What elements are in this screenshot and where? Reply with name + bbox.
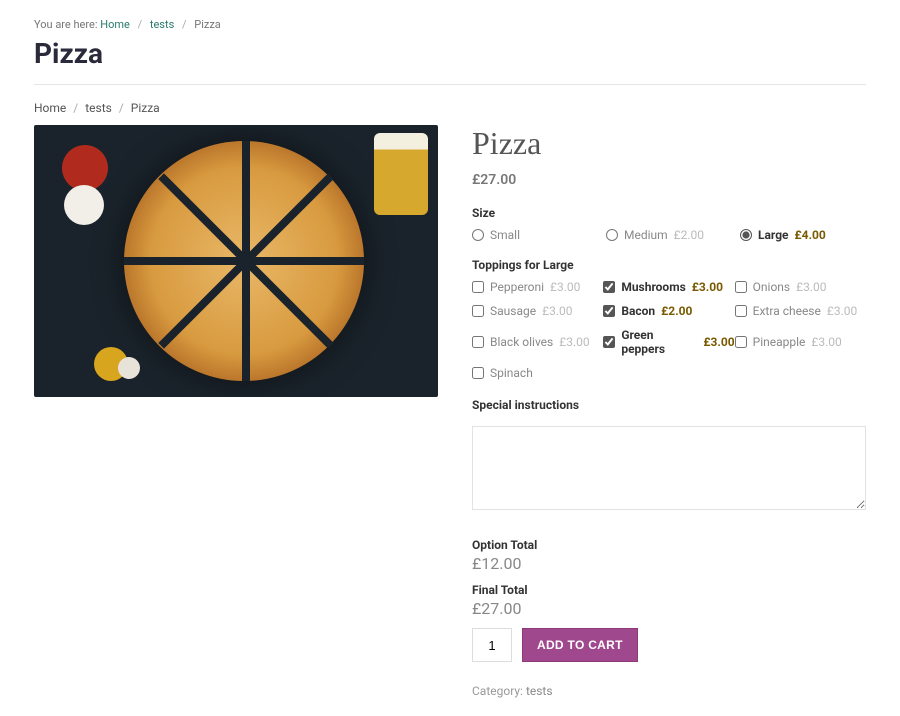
breadcrumb-top: You are here: Home / tests / Pizza	[34, 18, 866, 31]
option-total-value: £12.00	[472, 554, 866, 573]
topping-option-green-peppers[interactable]: Green peppers £3.00	[603, 328, 734, 356]
breadcrumb-link-tests[interactable]: tests	[150, 18, 174, 31]
size-options: Small Medium £2.00 Large £4.00	[472, 228, 866, 242]
topping-option-onions[interactable]: Onions £3.00	[735, 280, 866, 294]
topping-option-pineapple[interactable]: Pineapple £3.00	[735, 328, 866, 356]
topping-checkbox[interactable]	[735, 336, 747, 348]
topping-name: Mushrooms	[621, 280, 685, 294]
final-total-value: £27.00	[472, 599, 866, 618]
breadcrumb-current: Pizza	[131, 101, 160, 115]
size-price: £4.00	[795, 228, 826, 242]
topping-checkbox[interactable]	[472, 336, 484, 348]
product-category: Category: tests	[472, 684, 866, 698]
topping-option-bacon[interactable]: Bacon £2.00	[603, 304, 734, 318]
topping-name: Green peppers	[621, 328, 697, 356]
special-instructions-input[interactable]	[472, 426, 866, 510]
breadcrumb-link-tests[interactable]: tests	[85, 101, 112, 115]
size-option-small[interactable]: Small	[472, 228, 598, 242]
breadcrumb-secondary: Home / tests / Pizza	[34, 101, 866, 115]
breadcrumb-sep: /	[73, 101, 78, 115]
topping-checkbox[interactable]	[472, 281, 484, 293]
topping-price: £2.00	[661, 304, 692, 318]
breadcrumb-current: Pizza	[194, 18, 221, 31]
size-label: Size	[472, 206, 866, 220]
topping-price: £3.00	[550, 280, 580, 294]
topping-checkbox[interactable]	[603, 281, 615, 293]
breadcrumb-link-home[interactable]: Home	[34, 101, 66, 115]
topping-name: Extra cheese	[753, 304, 821, 318]
category-label: Category:	[472, 684, 523, 698]
size-name: Small	[490, 228, 520, 242]
topping-option-black-olives[interactable]: Black olives £3.00	[472, 328, 603, 356]
topping-option-pepperoni[interactable]: Pepperoni £3.00	[472, 280, 603, 294]
topping-name: Pepperoni	[490, 280, 544, 294]
product-price: £27.00	[472, 172, 866, 188]
topping-name: Spinach	[490, 366, 533, 380]
option-total-label: Option Total	[472, 538, 866, 552]
topping-checkbox[interactable]	[603, 305, 615, 317]
topping-name: Bacon	[621, 304, 655, 318]
topping-name: Onions	[753, 280, 790, 294]
size-radio[interactable]	[740, 229, 752, 241]
topping-price: £3.00	[559, 335, 589, 349]
divider	[34, 84, 866, 85]
topping-name: Pineapple	[753, 335, 806, 349]
topping-price: £3.00	[827, 304, 857, 318]
size-radio[interactable]	[606, 229, 618, 241]
topping-price: £3.00	[811, 335, 841, 349]
topping-option-sausage[interactable]: Sausage £3.00	[472, 304, 603, 318]
size-name: Medium	[624, 228, 668, 242]
topping-checkbox[interactable]	[603, 336, 615, 348]
breadcrumb-sep: /	[182, 18, 187, 31]
special-instructions-label: Special instructions	[472, 398, 866, 412]
topping-checkbox[interactable]	[735, 305, 747, 317]
breadcrumb-sep: /	[138, 18, 143, 31]
topping-option-mushrooms[interactable]: Mushrooms £3.00	[603, 280, 734, 294]
topping-price: £3.00	[703, 335, 734, 349]
final-total-label: Final Total	[472, 583, 866, 597]
add-to-cart-button[interactable]: ADD TO CART	[522, 628, 638, 662]
quantity-input[interactable]	[472, 628, 512, 662]
topping-checkbox[interactable]	[735, 281, 747, 293]
size-option-medium[interactable]: Medium £2.00	[606, 228, 732, 242]
topping-option-extra-cheese[interactable]: Extra cheese £3.00	[735, 304, 866, 318]
topping-name: Black olives	[490, 335, 553, 349]
topping-checkbox[interactable]	[472, 305, 484, 317]
toppings-label: Toppings for Large	[472, 258, 866, 272]
topping-checkbox[interactable]	[472, 367, 484, 379]
topping-name: Sausage	[490, 304, 536, 318]
toppings-options: Pepperoni £3.00Mushrooms £3.00Onions £3.…	[472, 280, 866, 380]
topping-price: £3.00	[542, 304, 572, 318]
topping-price: £3.00	[692, 280, 723, 294]
size-radio[interactable]	[472, 229, 484, 241]
size-name: Large	[758, 228, 789, 242]
page-title: Pizza	[34, 37, 866, 70]
topping-price: £3.00	[796, 280, 826, 294]
size-option-large[interactable]: Large £4.00	[740, 228, 866, 242]
breadcrumb-link-home[interactable]: Home	[100, 18, 130, 31]
breadcrumb-sep: /	[119, 101, 124, 115]
category-link[interactable]: tests	[526, 684, 553, 698]
breadcrumb-prefix: You are here:	[34, 18, 98, 31]
size-price: £2.00	[674, 228, 704, 242]
product-image[interactable]	[34, 125, 438, 397]
topping-option-spinach[interactable]: Spinach	[472, 366, 603, 380]
product-title: Pizza	[472, 125, 866, 162]
